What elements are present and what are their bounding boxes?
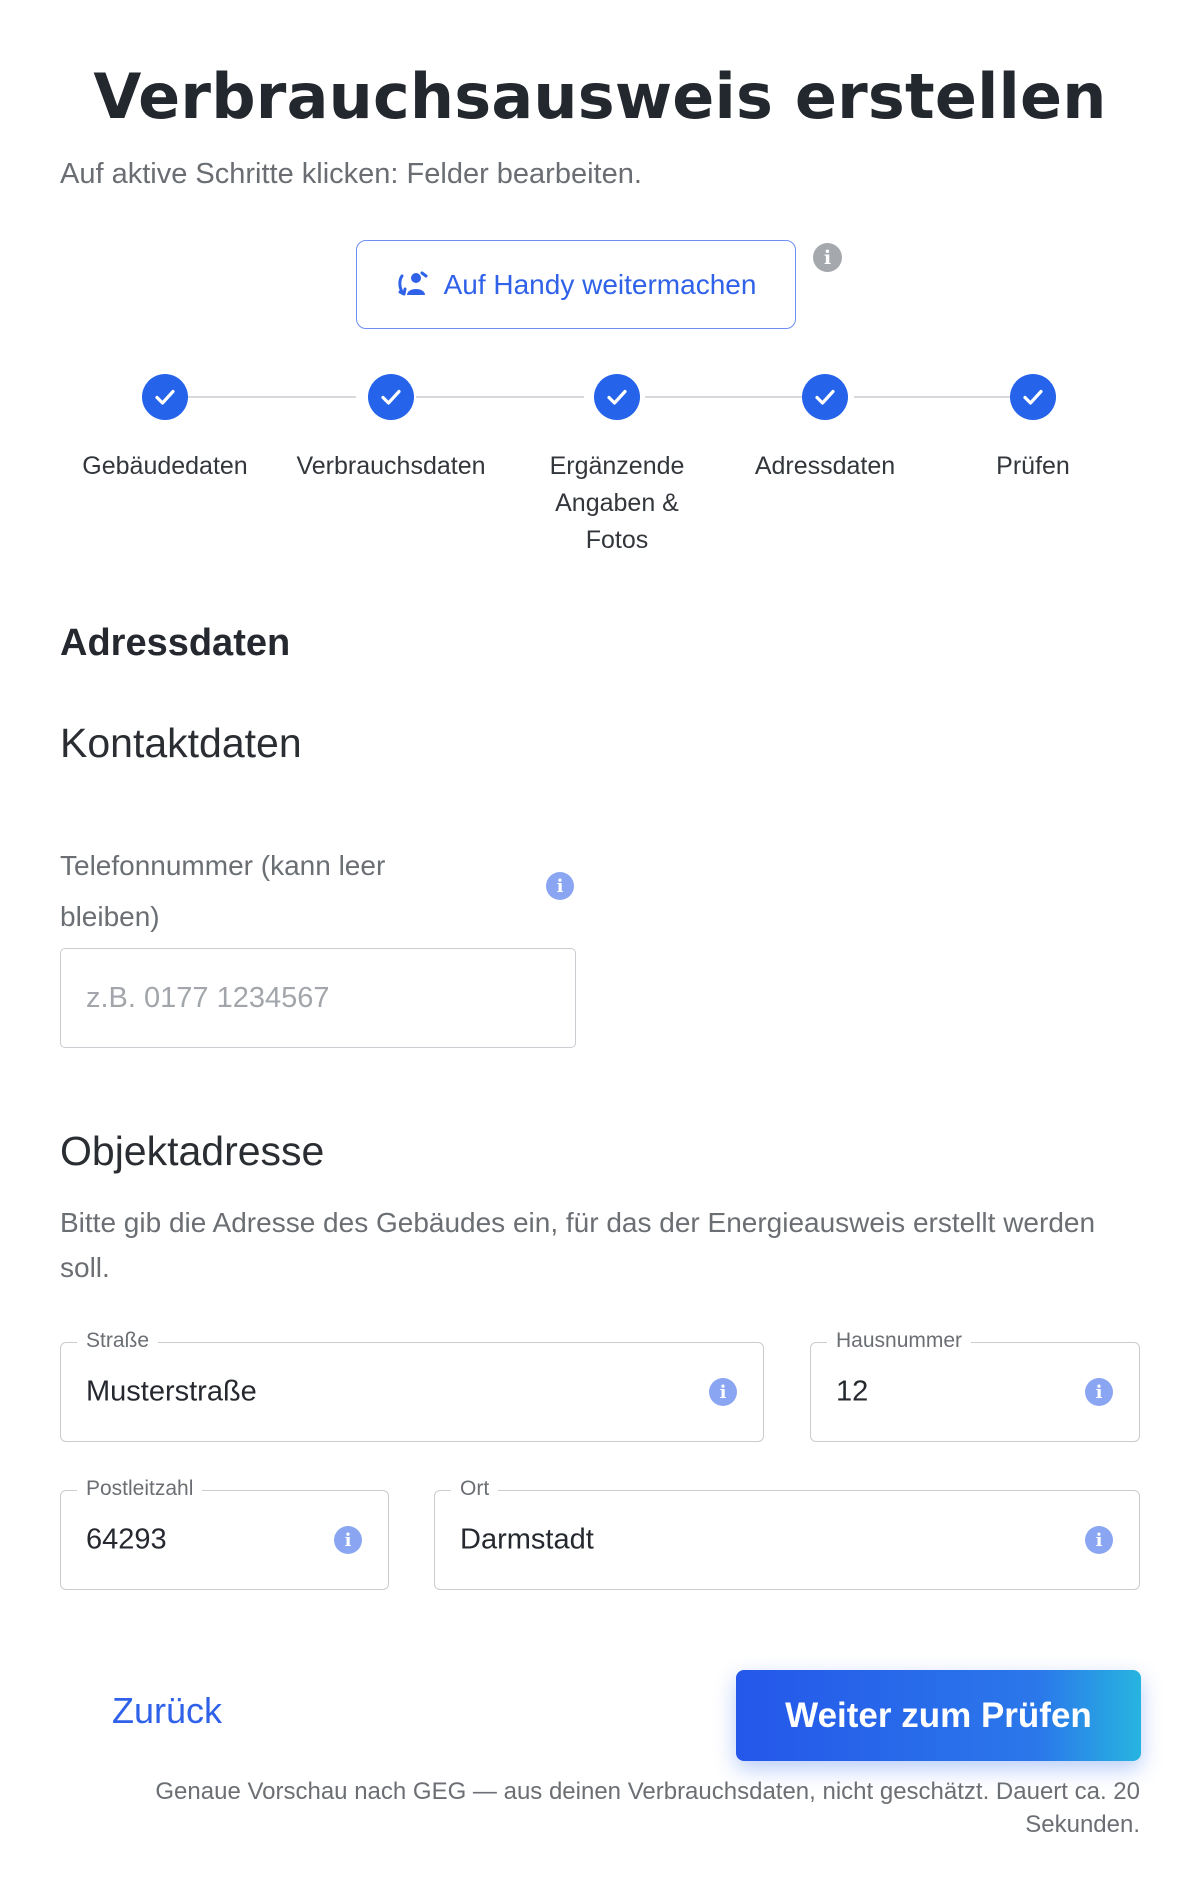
back-button[interactable]: Zurück bbox=[112, 1690, 222, 1732]
info-icon[interactable]: i bbox=[334, 1526, 362, 1554]
step-label-gebaeudedaten[interactable]: Gebäudedaten bbox=[82, 448, 247, 485]
step-connector bbox=[645, 396, 810, 398]
checkmark-icon bbox=[815, 389, 835, 405]
city-label: Ort bbox=[451, 1477, 499, 1501]
phone-field[interactable] bbox=[60, 948, 576, 1048]
step-connector bbox=[416, 396, 584, 398]
step-ergaenzende-angaben-check[interactable] bbox=[594, 374, 640, 420]
info-icon[interactable]: i bbox=[709, 1378, 737, 1406]
step-label-verbrauchsdaten[interactable]: Verbrauchsdaten bbox=[296, 448, 485, 485]
page-subtitle: Auf aktive Schritte klicken: Felder bear… bbox=[60, 158, 642, 190]
checkmark-icon bbox=[1023, 389, 1043, 405]
section-title: Adressdaten bbox=[60, 622, 291, 664]
house-number-field[interactable]: Hausnummer 12 i bbox=[810, 1329, 1140, 1442]
postal-code-field[interactable]: Postleitzahl 64293 i bbox=[60, 1477, 389, 1590]
phone-input[interactable] bbox=[86, 981, 575, 1015]
step-label-adressdaten[interactable]: Adressdaten bbox=[755, 448, 895, 485]
step-adressdaten-check[interactable] bbox=[802, 374, 848, 420]
step-label-ergaenzende-angaben[interactable]: Ergänzende Angaben & Fotos bbox=[550, 448, 685, 559]
object-address-description: Bitte gib die Adresse des Gebäudes ein, … bbox=[60, 1207, 1096, 1283]
step-connector bbox=[854, 396, 1019, 398]
page-title: Verbrauchsausweis erstellen bbox=[93, 60, 1107, 133]
checkmark-icon bbox=[381, 389, 401, 405]
footnote: Genaue Vorschau nach GEG — aus deinen Ve… bbox=[155, 1778, 1140, 1838]
checkmark-icon bbox=[155, 389, 175, 405]
street-value[interactable]: Musterstraße bbox=[86, 1376, 257, 1409]
info-icon[interactable]: i bbox=[1085, 1378, 1113, 1406]
object-address-title: Objektadresse bbox=[60, 1128, 325, 1174]
house-number-value[interactable]: 12 bbox=[836, 1376, 868, 1409]
street-label: Straße bbox=[77, 1329, 159, 1353]
info-icon[interactable]: i bbox=[1085, 1526, 1113, 1554]
checkmark-icon bbox=[607, 389, 627, 405]
step-gebaeudedaten-check[interactable] bbox=[142, 374, 188, 420]
street-field[interactable]: Straße Musterstraße i bbox=[60, 1329, 764, 1442]
step-connector bbox=[188, 396, 356, 398]
house-number-label: Hausnummer bbox=[827, 1329, 972, 1353]
city-field[interactable]: Ort Darmstadt i bbox=[434, 1477, 1140, 1590]
postal-code-label: Postleitzahl bbox=[77, 1477, 203, 1501]
next-to-review-button[interactable]: Weiter zum Prüfen bbox=[736, 1670, 1141, 1761]
step-pruefen-check[interactable] bbox=[1010, 374, 1056, 420]
phone-handoff-icon bbox=[397, 271, 428, 295]
postal-code-value[interactable]: 64293 bbox=[86, 1524, 167, 1557]
phone-label: Telefonnummer (kann leer bleiben) bbox=[60, 850, 386, 932]
info-icon[interactable]: i bbox=[813, 243, 842, 272]
continue-on-phone-button[interactable]: Auf Handy weitermachen bbox=[356, 240, 796, 329]
info-icon[interactable]: i bbox=[546, 872, 574, 900]
step-verbrauchsdaten-check[interactable] bbox=[368, 374, 414, 420]
city-value[interactable]: Darmstadt bbox=[460, 1524, 594, 1557]
contact-title: Kontaktdaten bbox=[60, 720, 302, 766]
continue-on-phone-label: Auf Handy weitermachen bbox=[443, 268, 757, 300]
step-label-pruefen[interactable]: Prüfen bbox=[996, 448, 1070, 485]
